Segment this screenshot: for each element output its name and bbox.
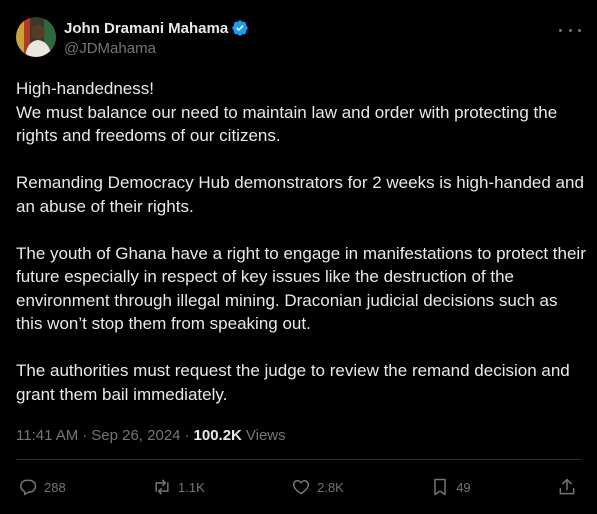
separator-dot: ·: [82, 427, 88, 444]
views-count: 100.2K: [193, 427, 242, 444]
post-text: High-handedness! We must balance our nee…: [16, 77, 586, 406]
verified-badge-icon: [232, 20, 248, 36]
more-options-icon[interactable]: [559, 22, 581, 38]
author-display-name[interactable]: John Dramani Mahama: [64, 20, 228, 37]
post-date[interactable]: Sep 26, 2024: [91, 427, 180, 444]
author-block: John Dramani Mahama @JDMahama: [64, 18, 249, 57]
post-paragraph: Remanding Democracy Hub demonstrators fo…: [16, 173, 584, 216]
bookmark-icon: [434, 478, 446, 496]
reply-icon: [20, 479, 37, 496]
like-count: 2.8K: [317, 479, 344, 495]
reply-count: 288: [44, 479, 66, 495]
heart-icon: [293, 480, 310, 495]
repost-button[interactable]: 1.1K: [152, 477, 205, 497]
post-paragraph: The youth of Ghana have a right to engag…: [16, 243, 586, 334]
repost-icon: [155, 479, 169, 495]
post-paragraph: The authorities must request the judge t…: [16, 361, 570, 404]
avatar-image: [16, 17, 56, 57]
bookmark-count: 49: [456, 479, 471, 495]
reply-button[interactable]: 288: [18, 477, 66, 497]
divider: [16, 459, 581, 460]
post-metadata: 11:41 AM · Sep 26, 2024 · 100.2K Views: [16, 427, 286, 444]
tweet-card: John Dramani Mahama @JDMahama High-hande…: [0, 0, 597, 514]
repost-count: 1.1K: [178, 479, 205, 495]
share-button[interactable]: [557, 477, 577, 497]
post-time[interactable]: 11:41 AM: [16, 427, 78, 444]
post-paragraph: High-handedness! We must balance our nee…: [16, 79, 558, 145]
bookmark-button[interactable]: 49: [430, 477, 471, 497]
views-label: Views: [245, 427, 286, 444]
avatar[interactable]: [16, 17, 56, 57]
like-button[interactable]: 2.8K: [291, 477, 344, 497]
share-icon: [559, 478, 575, 495]
author-handle[interactable]: @JDMahama: [64, 40, 249, 57]
action-bar: 288 1.1K 2.8K 49: [18, 475, 577, 499]
separator-dot: ·: [184, 427, 190, 444]
